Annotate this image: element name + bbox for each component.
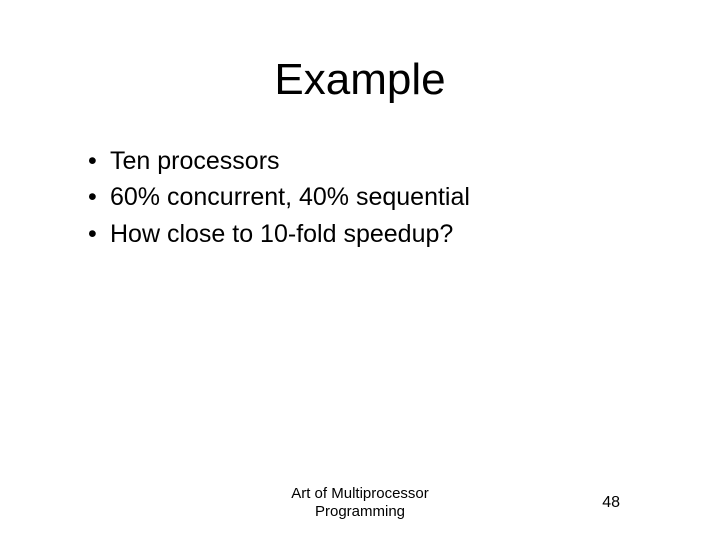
slide-title: Example — [60, 55, 660, 105]
footer-line2: Programming — [315, 503, 405, 520]
page-number: 48 — [602, 494, 620, 512]
list-item: Ten processors — [88, 143, 660, 179]
bullet-list: Ten processors 60% concurrent, 40% seque… — [60, 143, 660, 252]
list-item: 60% concurrent, 40% sequential — [88, 179, 660, 215]
slide: Example Ten processors 60% concurrent, 4… — [0, 0, 720, 540]
footer-line1: Art of Multiprocessor — [291, 485, 429, 502]
list-item: How close to 10-fold speedup? — [88, 216, 660, 252]
